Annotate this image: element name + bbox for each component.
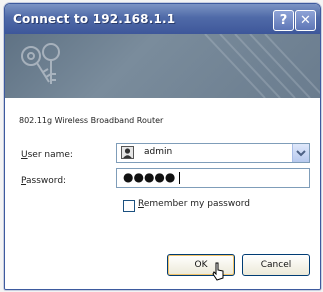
title-bar[interactable]: Connect to 192.168.1.1 ? ✕: [5, 4, 320, 34]
keys-icon: [21, 34, 320, 98]
window-title: Connect to 192.168.1.1: [13, 12, 176, 26]
password-field[interactable]: ●●●●●: [116, 168, 310, 188]
remember-password-checkbox[interactable]: [123, 200, 135, 212]
username-combobox[interactable]: admin: [116, 143, 310, 163]
username-label: User name:: [21, 150, 73, 160]
username-value: admin: [144, 147, 173, 157]
password-masked-value: ●●●●●: [123, 170, 176, 184]
user-icon: [121, 146, 134, 159]
help-button[interactable]: ?: [273, 10, 294, 31]
dropdown-button[interactable]: [292, 144, 309, 162]
password-label: Password:: [21, 176, 67, 186]
banner: [5, 34, 320, 98]
login-dialog: Connect to 192.168.1.1 ? ✕ 802.11g Wirel…: [4, 3, 321, 290]
remember-password-label[interactable]: Remember my password: [138, 199, 250, 209]
text-caret: [179, 172, 180, 184]
close-button[interactable]: ✕: [295, 10, 316, 31]
cancel-button[interactable]: Cancel: [242, 254, 310, 276]
chevron-down-icon: [296, 150, 306, 157]
router-description: 802.11g Wireless Broadband Router: [19, 116, 164, 125]
dialog-body: 802.11g Wireless Broadband Router User n…: [5, 98, 320, 289]
pointer-cursor-icon: [212, 262, 224, 281]
